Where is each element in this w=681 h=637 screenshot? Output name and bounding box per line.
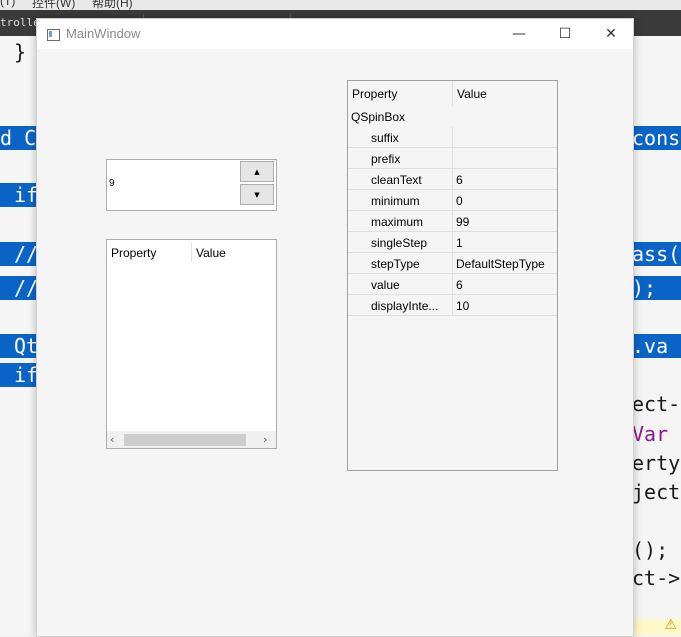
code-text: ject bbox=[632, 480, 681, 504]
property-name: maximum bbox=[371, 215, 424, 229]
scroll-thumb[interactable] bbox=[124, 434, 246, 446]
code-selected-line: if bbox=[0, 363, 38, 387]
code-selected-line: d C bbox=[0, 126, 37, 150]
property-header: Property Value bbox=[107, 240, 276, 265]
header-value[interactable]: Value bbox=[196, 246, 226, 260]
column-separator bbox=[452, 190, 453, 211]
property-name: singleStep bbox=[371, 236, 428, 250]
close-button[interactable]: ✕ bbox=[588, 19, 634, 49]
column-separator bbox=[452, 274, 453, 295]
code-text: erty bbox=[632, 451, 681, 475]
window-title: MainWindow bbox=[66, 26, 141, 41]
property-value[interactable]: 6 bbox=[456, 278, 463, 292]
maximize-icon: ☐ bbox=[558, 26, 572, 42]
property-value[interactable]: 10 bbox=[456, 299, 469, 313]
property-header: Property Value bbox=[348, 81, 557, 106]
column-separator bbox=[452, 211, 453, 232]
main-window: MainWindow — ☐ ✕ 9 ▲ ▼ Property Value ‹ … bbox=[36, 18, 634, 637]
warning-marker: ⚠ bbox=[631, 617, 681, 635]
header-property[interactable]: Property bbox=[352, 87, 397, 101]
property-browser-empty[interactable]: Property Value ‹ › bbox=[106, 239, 277, 449]
header-value[interactable]: Value bbox=[457, 87, 487, 101]
editor-menubar: (T) 控件(W) 帮助(H) bbox=[0, 0, 681, 10]
property-value[interactable]: 6 bbox=[456, 173, 463, 187]
property-row[interactable]: singleStep 1 bbox=[348, 232, 557, 253]
property-row[interactable]: displayInte... 10 bbox=[348, 295, 557, 316]
column-separator bbox=[452, 148, 453, 169]
code-selected-line: // bbox=[0, 276, 38, 300]
spinbox-value[interactable]: 9 bbox=[109, 178, 115, 189]
scroll-right-icon[interactable]: › bbox=[263, 433, 267, 446]
property-row[interactable]: minimum 0 bbox=[348, 190, 557, 211]
code-selected-line: // bbox=[0, 242, 38, 266]
menu-item-help[interactable]: 帮助(H) bbox=[92, 0, 133, 10]
window-titlebar[interactable]: MainWindow — ☐ ✕ bbox=[37, 19, 633, 49]
code-selected-line: Qt bbox=[0, 334, 38, 358]
code-selected-line: if bbox=[0, 183, 38, 207]
property-group-qspinbox[interactable]: QSpinBox bbox=[348, 106, 557, 127]
maximize-button[interactable]: ☐ bbox=[542, 19, 588, 49]
property-row[interactable]: stepType DefaultStepType bbox=[348, 253, 557, 274]
property-name: prefix bbox=[371, 152, 401, 166]
property-browser[interactable]: Property Value QSpinBox suffix prefix cl… bbox=[347, 80, 558, 471]
header-separator[interactable] bbox=[452, 81, 453, 106]
property-name: stepType bbox=[371, 257, 420, 271]
column-separator bbox=[452, 127, 453, 148]
column-separator bbox=[452, 253, 453, 274]
property-value[interactable]: DefaultStepType bbox=[456, 257, 545, 271]
code-text: Var bbox=[632, 422, 669, 446]
close-icon: ✕ bbox=[605, 26, 617, 42]
spinbox-up-button[interactable]: ▲ bbox=[240, 161, 274, 182]
property-name: minimum bbox=[371, 194, 420, 208]
property-row[interactable]: prefix bbox=[348, 148, 557, 169]
code-selected-line: .va bbox=[632, 334, 681, 358]
arrow-down-icon: ▼ bbox=[254, 190, 260, 199]
arrow-up-icon: ▲ bbox=[254, 167, 260, 176]
spinbox-down-button[interactable]: ▼ bbox=[240, 184, 274, 205]
property-row[interactable]: suffix bbox=[348, 127, 557, 148]
property-row[interactable]: maximum 99 bbox=[348, 211, 557, 232]
editor-tab[interactable]: troller bbox=[0, 10, 36, 36]
warning-icon: ⚠ bbox=[664, 617, 677, 633]
property-value[interactable]: 99 bbox=[456, 215, 469, 229]
code-selected-line: ); bbox=[632, 276, 681, 300]
header-property[interactable]: Property bbox=[111, 246, 156, 260]
app-window-icon bbox=[47, 29, 60, 41]
property-value[interactable]: 0 bbox=[456, 194, 463, 208]
spinbox[interactable]: 9 ▲ ▼ bbox=[106, 159, 277, 211]
code-selected-line: ass( bbox=[632, 242, 681, 266]
code-text: (); bbox=[632, 538, 669, 562]
property-row[interactable]: value 6 bbox=[348, 274, 557, 295]
window-client-area: 9 ▲ ▼ Property Value ‹ › Property Value … bbox=[37, 49, 633, 636]
code-text: ct-> bbox=[632, 566, 681, 590]
header-separator[interactable] bbox=[191, 243, 192, 262]
property-name: suffix bbox=[371, 131, 399, 145]
minimize-button[interactable]: — bbox=[496, 19, 542, 49]
property-row[interactable]: cleanText 6 bbox=[348, 169, 557, 190]
menu-item-controls[interactable]: 控件(W) bbox=[32, 0, 75, 10]
column-separator bbox=[452, 169, 453, 190]
property-name: displayInte... bbox=[371, 299, 439, 313]
property-value[interactable]: 1 bbox=[456, 236, 463, 250]
code-text: ect- bbox=[632, 392, 681, 416]
code-brace: } bbox=[14, 40, 27, 64]
scroll-left-icon[interactable]: ‹ bbox=[110, 433, 114, 446]
group-label: QSpinBox bbox=[351, 110, 406, 124]
column-separator bbox=[452, 232, 453, 253]
minimize-icon: — bbox=[512, 26, 526, 42]
code-selected-line: cons bbox=[632, 126, 681, 150]
column-separator bbox=[452, 295, 453, 316]
property-name: cleanText bbox=[371, 173, 422, 187]
menu-item-tools[interactable]: (T) bbox=[0, 0, 15, 8]
property-name: value bbox=[371, 278, 400, 292]
horizontal-scrollbar[interactable]: ‹ › bbox=[107, 431, 276, 448]
